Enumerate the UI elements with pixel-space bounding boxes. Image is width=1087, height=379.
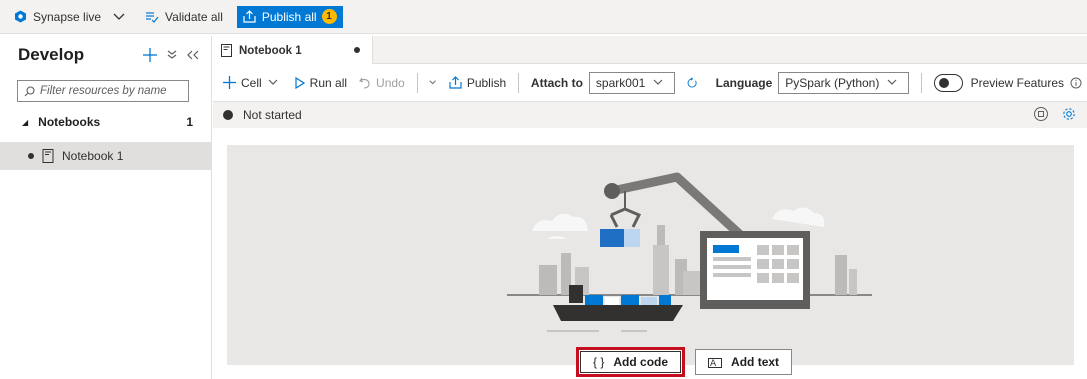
publish-button[interactable]: Publish [449,76,506,90]
chevron-down-icon [653,79,663,85]
notebook-toolbar: Cell Run all Undo Publish Attach to spar… [213,64,1087,102]
add-text-label: Add text [731,355,780,369]
filter-resources-field[interactable] [17,80,189,102]
toolbar-divider [416,72,418,93]
preview-features-label: Preview Features [970,75,1064,90]
undo-icon [359,77,370,89]
language-select[interactable]: PySpark (Python) [778,71,910,94]
notebooks-section-label: Notebooks [38,115,101,129]
unsaved-dot-icon [28,153,34,159]
publish-icon [449,76,462,89]
workspace-mode-label: Synapse live [33,9,102,24]
empty-notebook-illustration [227,145,1074,365]
toolbar-divider [921,72,923,93]
toolbar-divider [518,72,519,93]
notebooks-section-header[interactable]: ◢ Notebooks 1 [0,111,211,133]
run-all-label: Run all [309,75,348,90]
run-all-button[interactable]: Run all [295,76,347,90]
language-group: Language PySpark (Python) [715,71,910,94]
stop-session-icon[interactable] [1033,106,1049,122]
develop-sidebar: Develop ◢ Notebooks 1 [0,36,212,379]
add-resource-icon[interactable] [143,48,157,62]
validate-all-label: Validate all [165,9,223,24]
plus-icon [223,76,236,89]
session-status-text: Not started [243,108,302,122]
sidebar-header: Develop [0,36,211,74]
chevron-down-icon[interactable] [429,79,437,86]
cell-label: Cell [241,75,262,90]
code-braces-icon: { } [593,355,605,369]
add-code-label: Add code [613,355,669,369]
attach-to-group: Attach to spark001 [530,71,676,94]
validate-all-button[interactable]: Validate all [145,6,223,28]
svg-text:A: A [710,359,717,368]
search-icon [24,85,35,96]
spark-pool-value: spark001 [595,75,646,90]
undo-label: Undo [376,75,405,90]
text-icon: A [708,358,723,368]
publish-all-label: Publish all [261,9,317,24]
cell-actions: { } Add code A Add text [576,347,793,377]
caret-down-icon: ◢ [22,117,29,127]
tab-label: Notebook 1 [239,44,302,57]
preview-features-group: Preview Features [971,76,1087,90]
publish-icon [243,10,256,23]
unsaved-dot-icon [354,47,360,53]
add-cell-button[interactable]: Cell [223,76,283,90]
chevron-down-icon [887,79,897,85]
language-value: PySpark (Python) [785,75,880,90]
filter-resources-input[interactable] [40,85,185,97]
collapse-pane-icon[interactable] [187,50,199,60]
info-icon[interactable] [1070,77,1082,89]
chevron-down-icon [268,79,278,85]
spark-pool-select[interactable]: spark001 [588,71,676,94]
play-icon [295,76,305,89]
editor-tabs: Notebook 1 [213,36,1087,65]
publish-all-button[interactable]: Publish all 1 [236,5,343,28]
language-label: Language [715,75,773,90]
factory-illustration [507,172,872,332]
preview-features-toggle[interactable] [934,73,963,92]
workspace-mode-dropdown[interactable]: Synapse live [14,6,131,28]
chevron-down-icon [113,13,125,20]
status-dot-icon [223,110,233,120]
notebook-icon [221,44,232,57]
publish-label: Publish [466,75,507,90]
notebooks-count: 1 [186,115,193,129]
gear-icon[interactable] [1061,106,1077,122]
sidebar-title: Develop [18,45,85,64]
sidebar-item-label: Notebook 1 [62,149,124,163]
refresh-icon[interactable] [687,76,697,90]
sidebar-item-notebook-1[interactable]: Notebook 1 [0,142,211,170]
add-code-button[interactable]: { } Add code [576,347,686,377]
session-status-bar: Not started [213,102,1087,128]
add-text-button[interactable]: A Add text [695,349,793,375]
tab-notebook-1[interactable]: Notebook 1 [213,36,373,65]
pending-changes-badge: 1 [321,9,337,24]
validate-icon [146,11,159,23]
attach-to-label: Attach to [530,75,583,90]
notebook-icon [42,149,54,163]
collapse-all-icon[interactable] [167,50,177,60]
synapse-icon [15,10,26,23]
top-bar: Synapse live Validate all Publish all 1 [0,0,1087,34]
undo-button[interactable]: Undo [359,76,405,90]
